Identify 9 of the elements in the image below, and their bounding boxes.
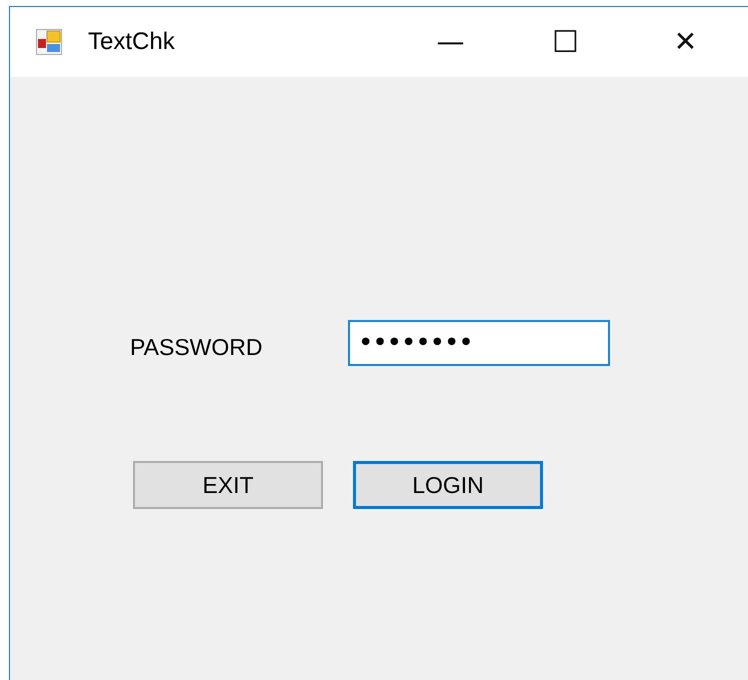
password-label: PASSWORD — [130, 333, 264, 362]
exit-button[interactable]: EXIT — [133, 461, 323, 509]
password-field[interactable]: •••••••• — [348, 320, 610, 366]
login-button[interactable]: LOGIN — [353, 461, 543, 509]
minimize-button[interactable]: — — [393, 22, 508, 62]
window-title: TextChk — [88, 27, 175, 57]
app-icon — [36, 29, 62, 55]
close-button[interactable]: ✕ — [623, 22, 748, 62]
maximize-button[interactable]: ☐ — [508, 22, 623, 62]
